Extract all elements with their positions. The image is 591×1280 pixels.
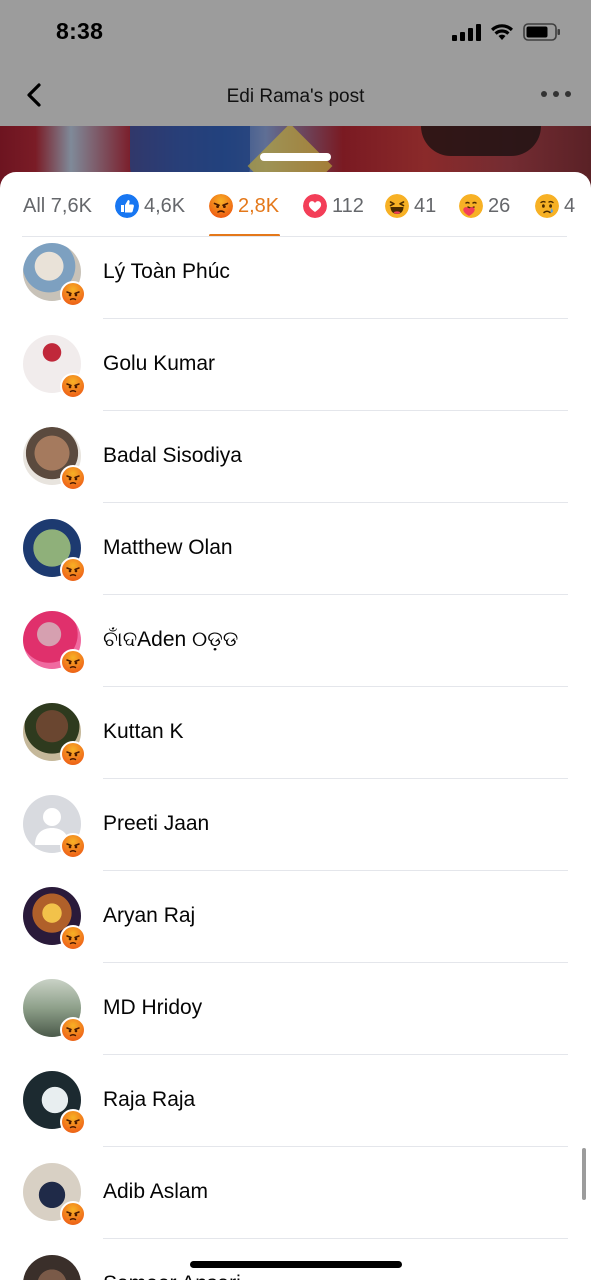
divider: [103, 502, 568, 503]
list-item[interactable]: Aryan Raj: [0, 881, 591, 973]
status-bar: 8:38: [0, 0, 591, 64]
care-icon: [459, 194, 483, 218]
tab-label: 26: [488, 194, 511, 217]
list-item[interactable]: Adib Aslam: [0, 1157, 591, 1249]
page-title: Edi Rama's post: [226, 86, 365, 107]
reactor-name[interactable]: ଚାଁଦAden ୦ଡ଼ଡ: [103, 628, 238, 652]
tab-like[interactable]: 4,6K: [115, 194, 185, 218]
list-item[interactable]: Raja Raja: [0, 1065, 591, 1157]
reactor-name[interactable]: Aryan Raj: [103, 904, 195, 928]
sad-icon: [535, 194, 559, 218]
tab-haha[interactable]: 41: [385, 194, 436, 218]
tab-love[interactable]: 112: [303, 194, 364, 218]
list-item[interactable]: Preeti Jaan: [0, 789, 591, 881]
tab-care[interactable]: 26: [459, 194, 510, 218]
angry-badge-icon: [60, 1017, 86, 1043]
angry-badge-icon: [60, 649, 86, 675]
reactor-name[interactable]: Preeti Jaan: [103, 812, 209, 836]
divider: [103, 1146, 568, 1147]
home-indicator[interactable]: [190, 1261, 402, 1268]
status-icons: [452, 22, 561, 42]
divider: [103, 1054, 568, 1055]
reactor-name[interactable]: Lý Toàn Phúc: [103, 260, 230, 284]
list-item[interactable]: Matthew Olan: [0, 513, 591, 605]
reactor-name[interactable]: Matthew Olan: [103, 536, 233, 560]
tab-label: 112: [332, 194, 364, 217]
angry-badge-icon: [60, 925, 86, 951]
reactor-name[interactable]: MD Hridoy: [103, 996, 202, 1020]
list-item[interactable]: Kuttan K: [0, 697, 591, 789]
list-item[interactable]: Golu Kumar: [0, 329, 591, 421]
nav-bar: Edi Rama's post: [0, 64, 591, 126]
angry-badge-icon: [60, 1201, 86, 1227]
list-item[interactable]: Lý Toàn Phúc: [0, 237, 591, 329]
angry-badge-icon: [60, 373, 86, 399]
reactor-name[interactable]: Adib Aslam: [103, 1180, 208, 1204]
sheet-grabber-handle[interactable]: [260, 153, 331, 161]
haha-icon: [385, 194, 409, 218]
tab-label: All 7,6K: [23, 194, 92, 217]
reaction-tabs: All 7,6K 4,6K 2,8K 112 41 26 4: [0, 172, 591, 237]
divider: [103, 1238, 568, 1239]
angry-badge-icon: [60, 833, 86, 859]
status-time: 8:38: [56, 18, 104, 44]
tab-label: 4,6K: [144, 194, 186, 217]
love-icon: [303, 194, 327, 218]
tab-label: 2,8K: [238, 194, 280, 217]
divider: [103, 870, 568, 871]
more-icon: [541, 91, 547, 97]
reactor-name[interactable]: Golu Kumar: [103, 352, 215, 376]
tab-label: 41: [414, 194, 437, 217]
list-item[interactable]: MD Hridoy: [0, 973, 591, 1065]
angry-badge-icon: [60, 1109, 86, 1135]
angry-icon: [209, 194, 233, 218]
tab-sad[interactable]: 4: [535, 194, 575, 218]
angry-badge-icon: [60, 741, 86, 767]
more-options-button[interactable]: [541, 84, 571, 104]
angry-badge-icon: [60, 465, 86, 491]
tab-angry[interactable]: 2,8K: [209, 194, 279, 218]
reactors-list: Lý Toàn Phúc Golu Kumar Badal Sisodiya M…: [0, 237, 591, 1280]
cellular-signal-icon: [452, 23, 481, 41]
reactor-name[interactable]: Badal Sisodiya: [103, 444, 242, 468]
reactor-name[interactable]: Sameer Ansari: [103, 1272, 241, 1280]
reactor-name[interactable]: Kuttan K: [103, 720, 184, 744]
reactor-name[interactable]: Raja Raja: [103, 1088, 195, 1112]
divider: [103, 410, 568, 411]
avatar[interactable]: [23, 1255, 81, 1280]
wifi-icon: [491, 24, 513, 40]
tab-label: 4: [564, 194, 576, 217]
reactions-sheet: All 7,6K 4,6K 2,8K 112 41 26 4 Lý Toàn P…: [0, 172, 591, 1280]
scrollbar[interactable]: [582, 1148, 586, 1200]
divider: [103, 778, 568, 779]
divider: [103, 962, 568, 963]
tab-all[interactable]: All 7,6K: [23, 194, 92, 218]
battery-icon: [523, 23, 560, 41]
divider: [103, 594, 568, 595]
like-icon: [115, 194, 139, 218]
angry-badge-icon: [60, 281, 86, 307]
list-item[interactable]: Badal Sisodiya: [0, 421, 591, 513]
divider: [103, 318, 568, 319]
divider: [103, 686, 568, 687]
list-item[interactable]: ଚାଁଦAden ୦ଡ଼ଡ: [0, 605, 591, 697]
angry-badge-icon: [60, 557, 86, 583]
